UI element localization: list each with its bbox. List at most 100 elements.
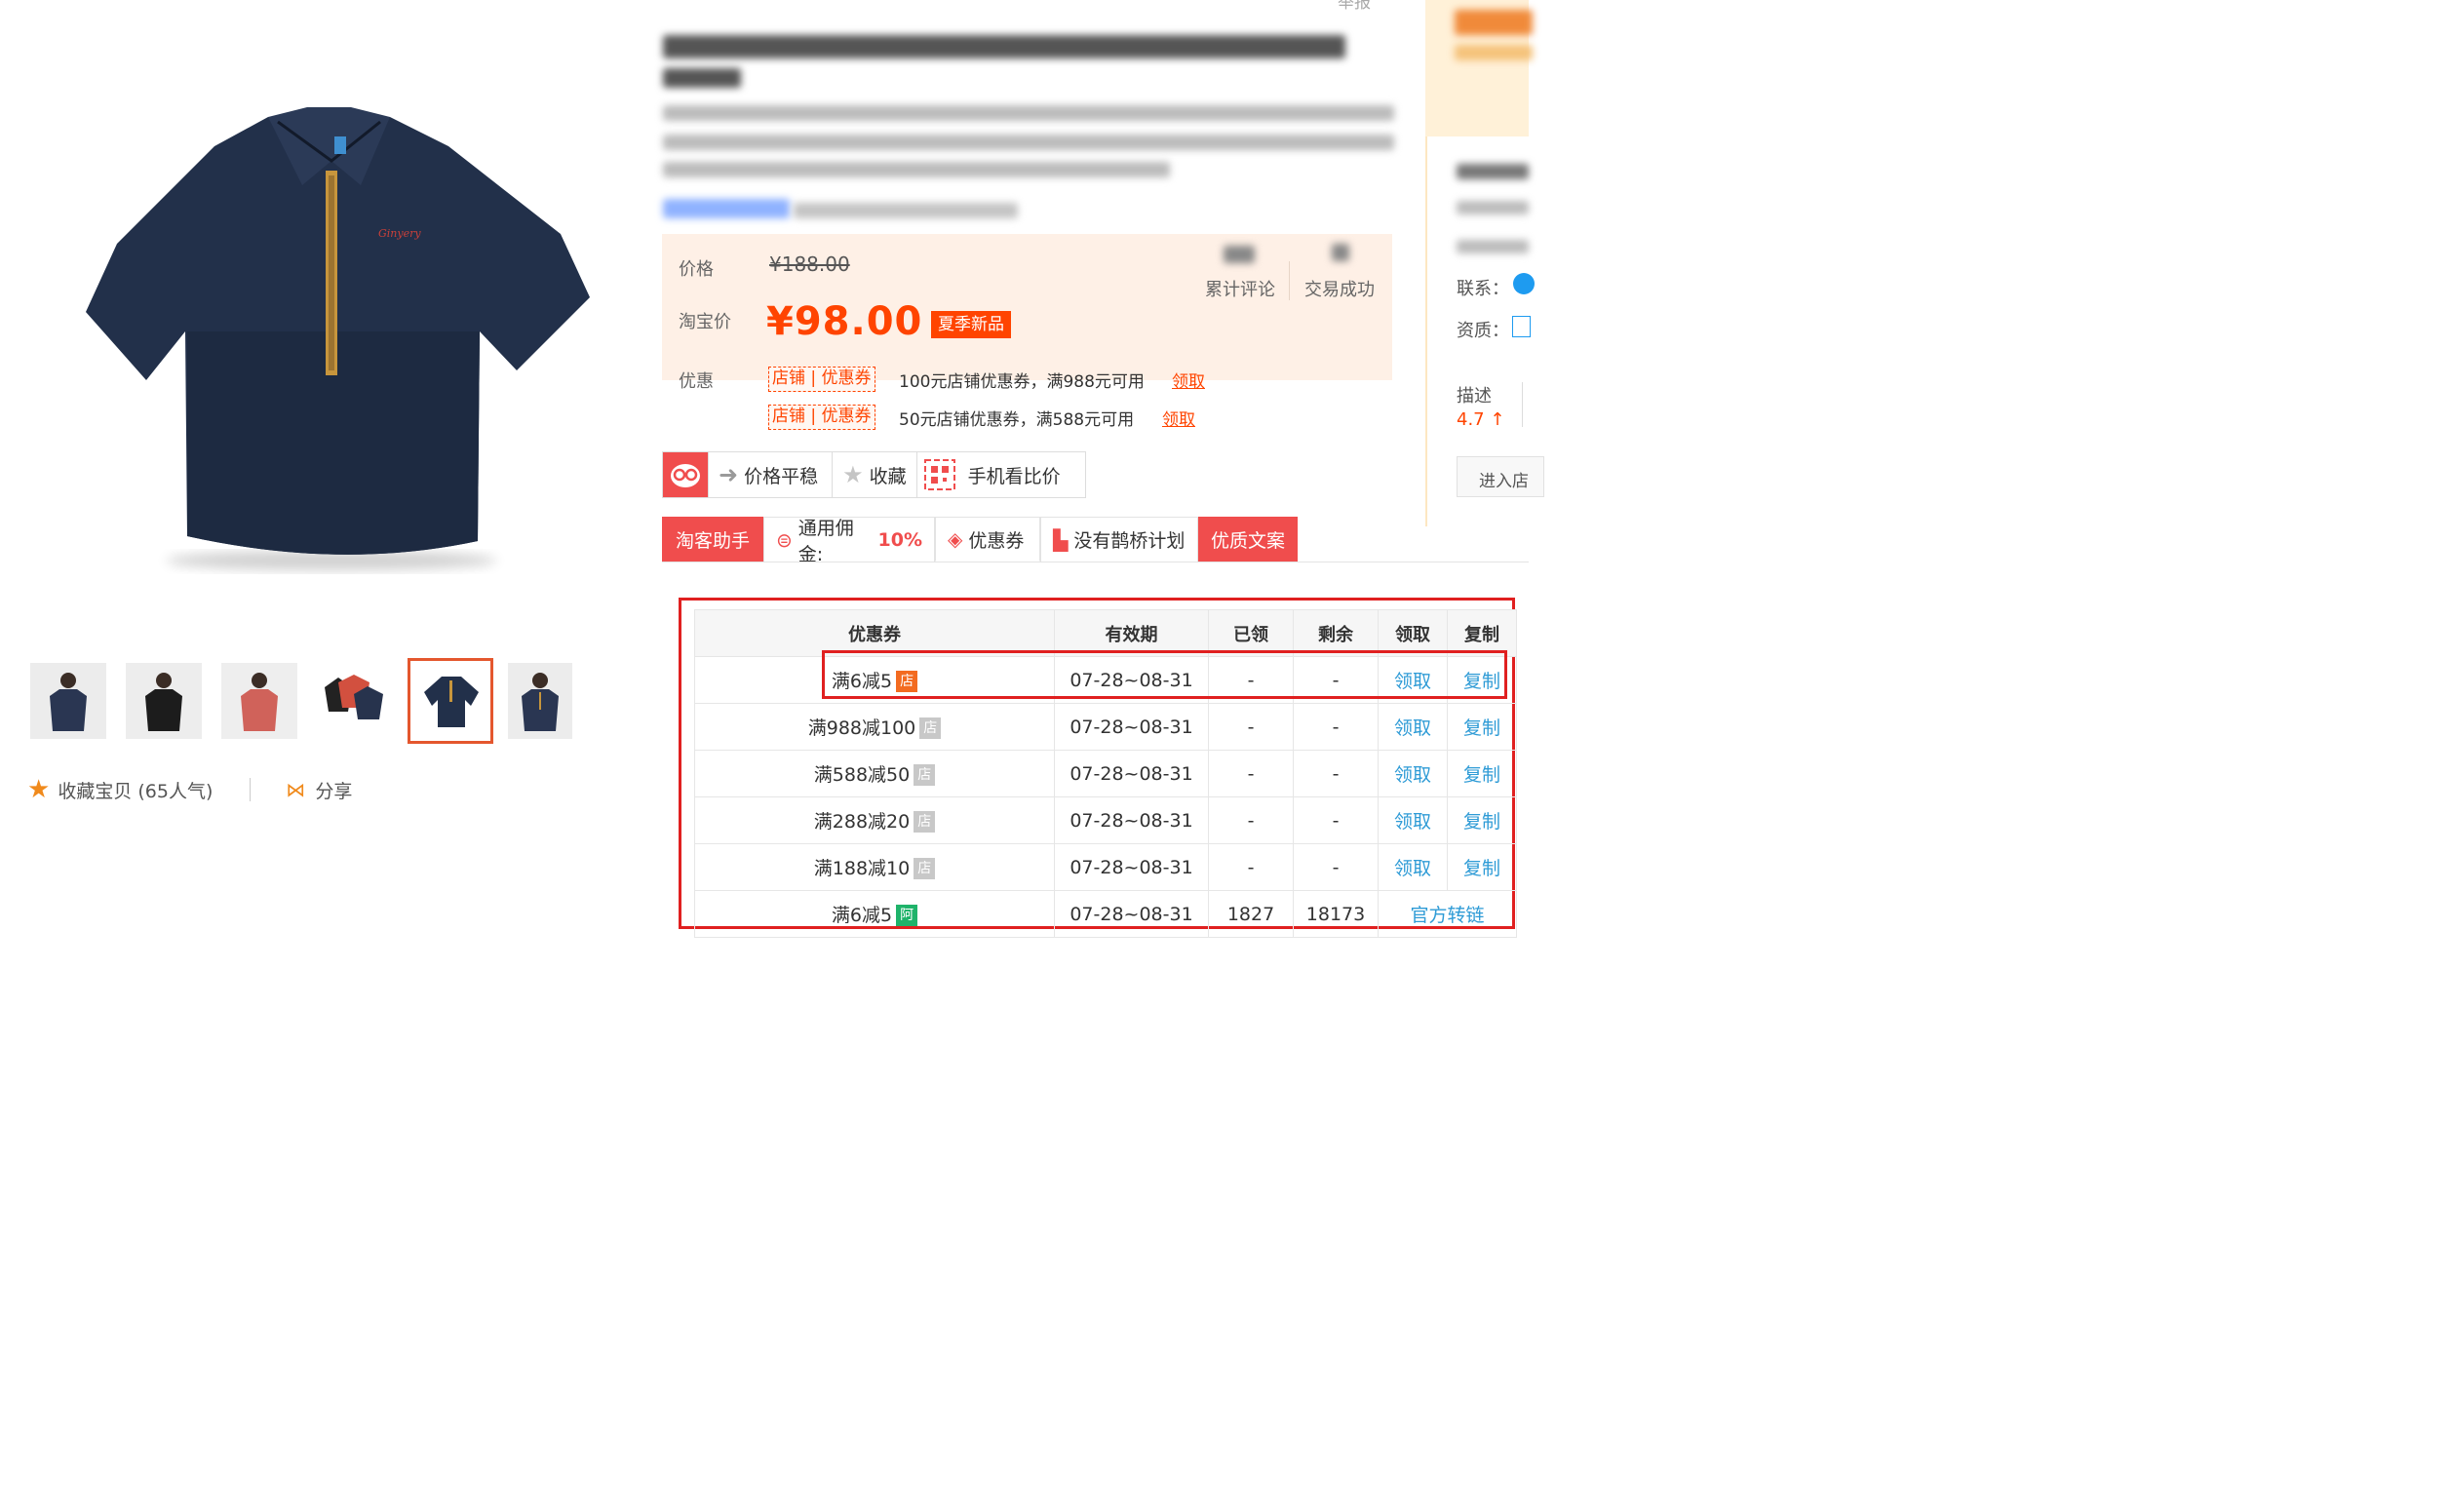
sidebar-border [1425, 136, 1427, 526]
coupon-period: 07-28~08-31 [1054, 796, 1209, 844]
store-info-blurred-2 [1457, 240, 1529, 253]
shop-badge: 店 [914, 811, 936, 833]
product-desc-blurred-2 [663, 135, 1394, 150]
table-row: 满288减20 店 07-28~08-31 - - 领取 复制 [694, 796, 1517, 844]
bar-chart-icon: ▙ [1053, 527, 1069, 552]
product-desc-blurred-3 [663, 162, 1170, 177]
tab-commission-label: 通用佣金: [797, 517, 854, 565]
enter-store-label: 进入店 [1479, 472, 1529, 491]
describe-label: 描述 [1457, 386, 1492, 407]
coupon-copy-link[interactable]: 复制 [1447, 796, 1517, 844]
claim-link-2[interactable]: 领取 [1162, 406, 1195, 430]
product-title-blurred-2 [663, 68, 741, 88]
star-icon[interactable]: ★ [27, 775, 50, 804]
coupon-remaining: - [1293, 750, 1379, 797]
tab-coupons[interactable]: ◈ 优惠券 [935, 517, 1040, 562]
chat-icon[interactable] [1513, 273, 1535, 294]
thumbnail-1[interactable] [30, 663, 106, 739]
official-convert-link[interactable]: 官方转链 [1378, 890, 1517, 938]
share-icon[interactable]: ⋈ [286, 778, 305, 801]
commission-icon: ⊜ [776, 527, 793, 552]
thumbnail-5-selected[interactable] [408, 658, 493, 744]
tab-copywriting-label: 优质文案 [1211, 530, 1286, 552]
coupon-name-cell: 满988减100 店 [694, 703, 1055, 751]
store-banner-blurred [1425, 0, 1533, 136]
coupon-remaining: - [1293, 703, 1379, 751]
coupon-get-link[interactable]: 领取 [1378, 703, 1448, 751]
contact-label: 联系： [1457, 279, 1509, 299]
price-stable-item[interactable]: ➜ 价格平稳 [709, 452, 834, 497]
claim-link-1[interactable]: 领取 [1172, 368, 1205, 392]
coupon-remaining: - [1293, 843, 1379, 891]
store-info-blurred-1 [1457, 201, 1529, 214]
tab-copywriting[interactable]: 优质文案 [1198, 517, 1298, 562]
thumbnail-2[interactable] [126, 663, 202, 739]
original-price: ¥188.00 [769, 252, 850, 276]
tab-assistant[interactable]: 淘客助手 [662, 517, 763, 562]
tab-commission-value: 10% [877, 528, 922, 551]
product-desc-blurred-1 [663, 105, 1394, 121]
enter-store-button[interactable]: 进入店 [1457, 456, 1544, 497]
favorite-item[interactable]: ★ 收藏 [833, 452, 917, 497]
store-name-blurred [1457, 164, 1529, 179]
coupon-text-2: 50元店铺优惠券，满588元可用 [899, 410, 1135, 430]
coupon-name: 满188减10 [813, 858, 911, 879]
tab-queqiao[interactable]: ▙ 没有鹊桥计划 [1040, 517, 1198, 562]
coupon-get-link[interactable]: 领取 [1378, 796, 1448, 844]
license-icon[interactable] [1512, 316, 1531, 337]
product-main-image: Ginyery [58, 78, 624, 585]
favorite-share-row: ★ 收藏宝贝 (65人气) ⋈ 分享 [27, 775, 352, 804]
shop-badge: 店 [919, 717, 942, 739]
store-banner-sub-blurred [1455, 45, 1533, 60]
coupon-period: 07-28~08-31 [1054, 703, 1209, 751]
arrow-right-icon: ➜ [719, 461, 739, 488]
brand-link-blurred [663, 199, 790, 218]
coupon-name: 满988减100 [807, 717, 916, 739]
coupon-copy-link[interactable]: 复制 [1447, 750, 1517, 797]
coupon-claimed: 1827 [1208, 890, 1294, 938]
arrow-up-icon: ↑ [1490, 409, 1505, 430]
qr-code-icon [923, 458, 956, 491]
taobao-price: ¥98.00 [766, 299, 923, 344]
favorite-item-label[interactable]: 收藏宝贝 (65人气) [58, 777, 213, 803]
mobile-compare-item[interactable]: 手机看比价 [917, 452, 1074, 497]
price-toolbar: ➜ 价格平稳 ★ 收藏 手机看比价 [662, 451, 1086, 498]
coupon-name-cell: 满588减50 店 [694, 750, 1055, 797]
sidebar-divider [1522, 382, 1523, 427]
star-outline-icon: ★ [842, 461, 864, 488]
table-row: 满6减5 阿 07-28~08-31 1827 18173 官方转链 [694, 890, 1517, 938]
original-price-label: 价格 [679, 259, 714, 280]
coupon-get-link[interactable]: 领取 [1378, 843, 1448, 891]
thumbnail-4[interactable] [317, 663, 393, 739]
taobao-price-label: 淘宝价 [679, 312, 731, 332]
coupon-period: 07-28~08-31 [1054, 890, 1209, 938]
price-stable-label: 价格平稳 [744, 465, 819, 487]
coupon-remaining: 18173 [1293, 890, 1379, 938]
trades-label: 交易成功 [1304, 280, 1375, 300]
coupon-copy-link[interactable]: 复制 [1447, 703, 1517, 751]
shop-badge: 店 [914, 764, 936, 786]
thumbnail-3[interactable] [221, 663, 297, 739]
table-row: 满588减50 店 07-28~08-31 - - 领取 复制 [694, 750, 1517, 797]
coupon-name-cell: 满6减5 阿 [694, 890, 1055, 938]
report-link[interactable]: 举报 [1338, 0, 1371, 13]
stat-divider [1289, 261, 1290, 300]
coupon-get-link[interactable]: 领取 [1378, 750, 1448, 797]
share-label[interactable]: 分享 [315, 777, 352, 803]
thumbnail-6[interactable] [508, 663, 572, 739]
coupon-copy-link[interactable]: 复制 [1447, 843, 1517, 891]
assistant-tabs: 淘客助手 ⊜ 通用佣金: 10% ◈ 优惠券 ▙ 没有鹊桥计划 优质文案 [662, 517, 1298, 565]
coupon-text-1: 100元店铺优惠券，满988元可用 [899, 372, 1145, 392]
assistant-logo-icon[interactable] [663, 452, 709, 497]
qualification-label: 资质： [1457, 321, 1509, 341]
ali-badge: 阿 [896, 905, 918, 926]
comments-label[interactable]: 累计评论 [1205, 276, 1275, 301]
divider [250, 778, 252, 801]
promo-label: 优惠 [679, 371, 714, 392]
shop-coupon-chip-1: 店铺 | 优惠券 [768, 367, 875, 392]
tab-commission[interactable]: ⊜ 通用佣金: 10% [763, 517, 935, 565]
shop-coupon-chip-2: 店铺 | 优惠券 [768, 405, 875, 430]
coupon-period: 07-28~08-31 [1054, 750, 1209, 797]
favorite-label: 收藏 [869, 465, 907, 487]
tab-coupons-label: 优惠券 [968, 529, 1025, 552]
